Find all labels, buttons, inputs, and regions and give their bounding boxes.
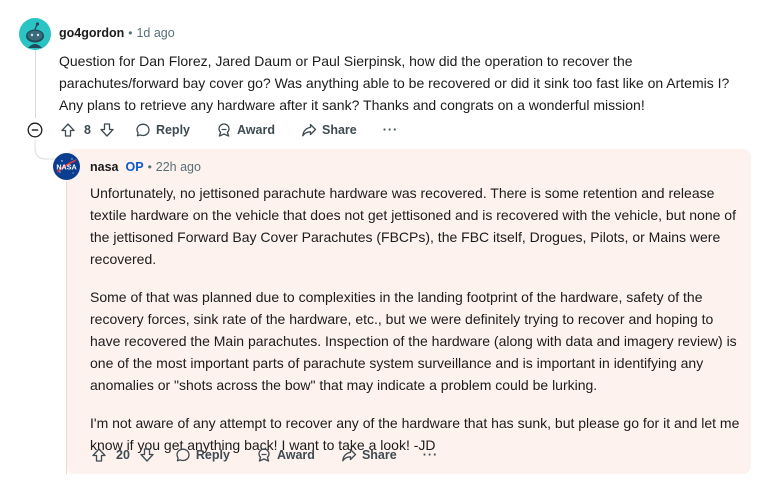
comment-timestamp[interactable]: 1d ago [136,25,174,41]
reply-timestamp[interactable]: 22h ago [156,159,201,175]
upvote-icon [92,448,106,462]
comment-body: Question for Dan Florez, Jared Daum or P… [59,53,730,113]
award-icon [258,448,270,462]
share-label: Share [321,123,357,137]
award-button[interactable]: Award [256,442,315,468]
share-label: Share [361,448,397,462]
upvote-button[interactable] [91,447,107,463]
collapse-button[interactable] [27,122,43,138]
reply-actions: 20 Reply Award Share ··· [91,442,438,468]
vote-count: 8 [84,123,91,137]
user-avatar[interactable] [19,18,51,50]
comment-bubble-icon [136,123,150,137]
nasa-logo-icon: NASA [53,153,80,180]
vote-group: 20 [91,442,155,468]
award-icon [218,123,230,137]
share-button[interactable]: Share [341,442,397,468]
share-button[interactable]: Share [301,117,357,143]
meta-separator: • [147,160,152,174]
reply-body: Unfortunately, no jettisoned parachute h… [90,182,742,456]
nasa-avatar[interactable]: NASA [53,153,80,180]
reply-button[interactable]: Reply [135,117,190,143]
reply-label: Reply [195,448,230,462]
collapse-icon [27,122,43,138]
more-options-button[interactable]: ··· [423,442,439,468]
vote-count: 20 [116,448,130,462]
meta-separator: • [128,26,133,40]
more-icon: ··· [382,123,399,137]
award-label: Award [237,123,275,137]
reply-paragraph: Unfortunately, no jettisoned parachute h… [90,185,736,267]
snoo-avatar-icon [19,18,51,50]
thread-line [35,50,36,118]
upvote-button[interactable] [60,122,76,138]
nasa-logo-text: NASA [56,162,76,171]
reply-label: Reply [155,123,190,137]
comment-actions: 8 Reply Award Share ··· [60,117,398,143]
op-badge: OP [125,160,144,174]
reply-header: nasa OP • 22h ago [90,159,201,175]
more-icon: ··· [422,448,439,462]
reply-username[interactable]: nasa [90,159,119,175]
more-options-button[interactable]: ··· [383,117,399,143]
comment-bubble-icon [176,448,190,462]
award-label: Award [276,448,315,462]
comment-username[interactable]: go4gordon [59,25,124,41]
comment-header: go4gordon • 1d ago [59,25,175,41]
reply-thread-line [66,182,67,474]
downvote-icon [100,123,114,137]
downvote-button[interactable] [99,122,115,138]
upvote-icon [61,123,75,137]
share-icon [342,448,357,462]
reply-paragraph: Some of that was planned due to complexi… [90,289,737,393]
downvote-icon [140,448,154,462]
share-icon [302,123,317,137]
award-button[interactable]: Award [216,117,275,143]
reply-button[interactable]: Reply [175,442,230,468]
downvote-button[interactable] [139,447,155,463]
vote-group: 8 [60,117,115,143]
